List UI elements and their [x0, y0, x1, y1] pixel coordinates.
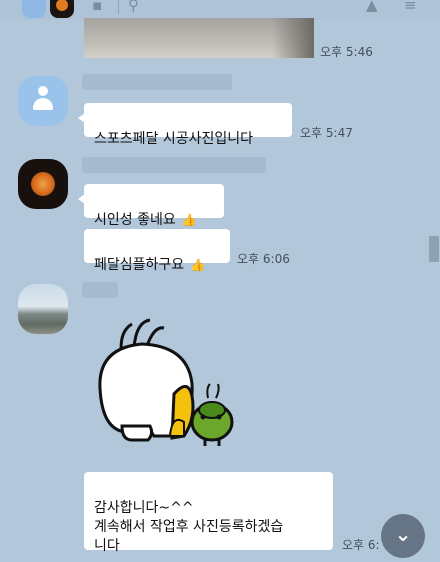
- message-text: 페달심플하구요: [94, 257, 185, 273]
- message-bubble[interactable]: 페달심플하구요 👍: [84, 229, 230, 273]
- participant-avatar[interactable]: [22, 0, 46, 18]
- message-bubble[interactable]: 감사합니다~^^ 계속해서 작업후 사진등록하겠습 니다: [84, 472, 333, 554]
- person-icon: [33, 86, 53, 112]
- scroll-to-bottom-button[interactable]: ⌄: [381, 514, 425, 558]
- orange-ring-icon: [31, 172, 55, 196]
- message-time: 오후 5:46: [320, 45, 373, 59]
- message-time: 오후 5:47: [300, 126, 353, 140]
- sender-avatar[interactable]: [18, 284, 68, 334]
- message-text: 스포츠페달 시공사진입니다: [94, 131, 254, 147]
- message-bubble[interactable]: 시인성 좋네요 👍: [78, 184, 224, 228]
- message-text: 감사합니다~^^ 계속해서 작업후 사진등록하겠습 니다: [94, 500, 284, 554]
- sender-name: [82, 157, 266, 173]
- toolbar-divider: [118, 0, 119, 14]
- scrollbar-thumb[interactable]: [429, 236, 439, 262]
- photo-message[interactable]: [84, 18, 314, 58]
- thumbs-up-icon[interactable]: 👍: [190, 258, 205, 272]
- sender-avatar[interactable]: [18, 159, 68, 209]
- bell-icon[interactable]: ▲: [366, 0, 378, 13]
- participant-avatar[interactable]: [50, 0, 74, 18]
- folder-icon[interactable]: ▪: [92, 0, 102, 13]
- search-icon[interactable]: ⚲: [128, 0, 139, 13]
- thumbs-up-icon[interactable]: 👍: [182, 213, 197, 227]
- sender-name: [82, 282, 118, 298]
- sender-name: [82, 74, 232, 90]
- message-time: 오후 6:: [342, 538, 380, 552]
- message-bubble[interactable]: 스포츠페달 시공사진입니다: [78, 103, 292, 147]
- sender-avatar[interactable]: [18, 76, 68, 126]
- chat-toolbar: ▪ ⚲ ▲ ≡: [0, 0, 440, 20]
- message-time: 오후 6:06: [237, 252, 290, 266]
- message-text: 시인성 좋네요: [94, 212, 176, 228]
- chevron-down-icon: ⌄: [394, 522, 412, 546]
- menu-icon[interactable]: ≡: [404, 0, 417, 13]
- cartoon-sticker[interactable]: [92, 318, 242, 450]
